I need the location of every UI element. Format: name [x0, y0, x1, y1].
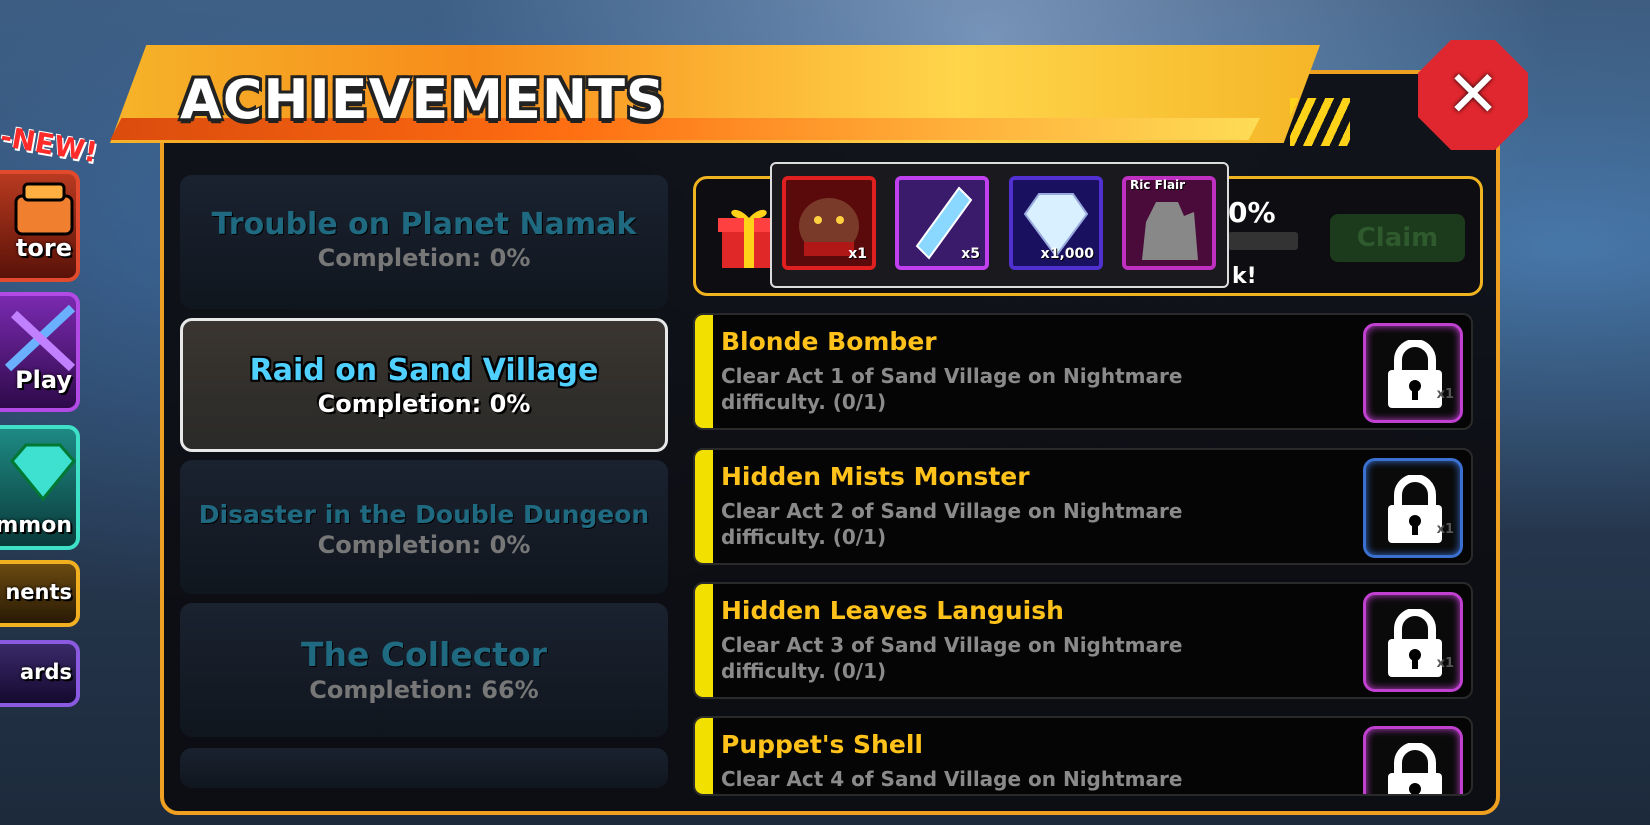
achievements-label: nents [5, 580, 72, 604]
achievement-card[interactable]: Puppet's Shell Clear Act 4 of Sand Villa… [693, 716, 1473, 796]
reward-qty: x1 [848, 246, 867, 262]
summon-label: mmon [0, 513, 72, 538]
card-accent-bar [695, 584, 713, 697]
achievement-card[interactable]: Blonde Bomber Clear Act 1 of Sand Villag… [693, 313, 1473, 430]
category-item[interactable] [180, 748, 668, 788]
page-title: ACHIEVEMENTS [180, 68, 666, 131]
achievement-description: Clear Act 2 of Sand Village on Nightmare… [721, 499, 1183, 549]
close-button[interactable]: ✕ [1418, 40, 1528, 150]
card-accent-bar [695, 315, 713, 428]
achievement-title: Hidden Mists Monster [721, 462, 1030, 491]
reward-item: x1,000 [1009, 176, 1103, 270]
category-completion: Completion: 0% [317, 244, 531, 272]
store-label: tore [15, 234, 72, 262]
claim-button[interactable]: Claim [1330, 214, 1465, 262]
category-item[interactable]: Disaster in the Double Dungeon Completio… [180, 460, 668, 594]
achievement-card[interactable]: Hidden Mists Monster Clear Act 2 of Sand… [693, 448, 1473, 565]
unit-silhouette-icon [1142, 202, 1198, 260]
locked-reward: x1 [1363, 323, 1463, 423]
category-item[interactable]: Trouble on Planet Namak Completion: 0% [180, 175, 668, 309]
reward-item: Ric Flair [1122, 176, 1216, 270]
category-title: Trouble on Planet Namak [211, 207, 637, 242]
category-item[interactable]: The Collector Completion: 66% [180, 603, 668, 737]
play-label: Play [15, 366, 72, 394]
gem-icon [10, 443, 76, 502]
reward-qty: x1 [1436, 656, 1454, 671]
summary-text-tail: k! [1232, 264, 1257, 289]
locked-reward [1363, 726, 1463, 794]
achievement-description: Clear Act 1 of Sand Village on Nightmare… [721, 364, 1183, 414]
rewards-label: ards [19, 660, 72, 684]
category-title: Disaster in the Double Dungeon [198, 500, 650, 529]
category-completion: Completion: 0% [317, 531, 531, 559]
achievement-card[interactable]: Hidden Leaves Languish Clear Act 3 of Sa… [693, 582, 1473, 699]
close-icon: ✕ [1446, 58, 1500, 132]
completion-percent: 0% [1228, 196, 1276, 229]
swords-icon [4, 304, 76, 372]
achievement-description: Clear Act 4 of Sand Village on Nightmare [721, 767, 1183, 791]
achievement-title: Hidden Leaves Languish [721, 596, 1064, 625]
category-item-selected[interactable]: Raid on Sand Village Completion: 0% [180, 318, 668, 452]
locked-reward: x1 [1363, 458, 1463, 558]
store-icon [14, 182, 74, 236]
summon-button[interactable]: mmon [0, 425, 80, 550]
play-button[interactable]: Play [0, 292, 80, 412]
locked-reward: x1 [1363, 592, 1463, 692]
card-accent-bar [695, 450, 713, 563]
category-completion: Completion: 66% [309, 676, 539, 704]
reward-preview-popup: x1 x5 x1,000 Ric Flair [770, 162, 1229, 288]
reward-qty: x1,000 [1040, 246, 1094, 262]
banner-hash-decoration [1290, 98, 1350, 146]
reward-qty: x1 [1436, 522, 1454, 537]
card-accent-bar [695, 718, 713, 794]
rewards-button[interactable]: ards [0, 640, 80, 707]
category-title: The Collector [300, 635, 548, 674]
reward-name: Ric Flair [1130, 178, 1186, 192]
achievement-description: Clear Act 3 of Sand Village on Nightmare… [721, 633, 1183, 683]
reward-qty: x5 [961, 246, 980, 262]
store-button[interactable]: tore [0, 170, 80, 282]
reward-qty: x1 [1436, 387, 1454, 402]
achievements-button[interactable]: nents [0, 560, 80, 627]
new-tag: -NEW! [0, 119, 100, 170]
category-completion: Completion: 0% [317, 390, 531, 418]
reward-item: x1 [782, 176, 876, 270]
achievement-title: Puppet's Shell [721, 730, 923, 759]
lock-icon [1388, 743, 1442, 794]
category-title: Raid on Sand Village [249, 353, 599, 388]
reward-item: x5 [895, 176, 989, 270]
achievement-title: Blonde Bomber [721, 327, 937, 356]
completion-progress-bar [1228, 232, 1298, 250]
